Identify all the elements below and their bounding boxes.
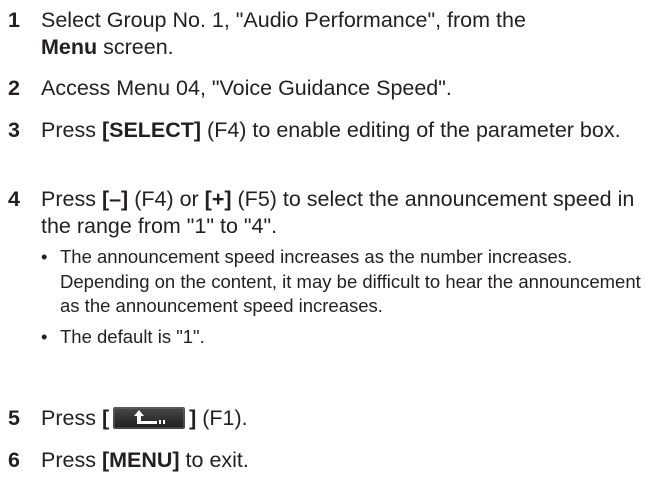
menu-screen-label: Menu [41, 35, 98, 59]
step-5: 5 Press [ ] (F1). [0, 405, 667, 432]
step-number: 5 [8, 406, 20, 430]
note-item: The default is "1". [41, 325, 661, 350]
step-text: Press [ ] (F1). [41, 406, 248, 430]
step-number: 6 [8, 448, 20, 472]
select-key-label: [SELECT] [101, 118, 202, 142]
step-number: 1 [8, 8, 20, 32]
minus-key-label: [–] [101, 187, 129, 211]
step-text: Press [–] (F4) or [+] (F5) to select the… [41, 187, 635, 238]
plus-key-label: [+] [204, 187, 232, 211]
step-text: Press [SELECT] (F4) to enable editing of… [41, 118, 621, 142]
note-item: The announcement speed increases as the … [41, 245, 661, 319]
step-4-notes: The announcement speed increases as the … [41, 245, 661, 349]
step-1: 1 Select Group No. 1, "Audio Performance… [0, 7, 667, 61]
step-text: Press [MENU] to exit. [41, 448, 249, 472]
step-number: 3 [8, 118, 20, 142]
step-number: 4 [8, 187, 20, 211]
menu-key-label: [MENU] [101, 448, 180, 472]
step-4: 4 Press [–] (F4) or [+] (F5) to select t… [0, 186, 667, 355]
step-2: 2 Access Menu 04, "Voice Guidance Speed"… [0, 75, 667, 102]
step-text: Access Menu 04, "Voice Guidance Speed". [41, 76, 452, 100]
step-6: 6 Press [MENU] to exit. [0, 447, 667, 474]
step-number: 2 [8, 76, 20, 100]
instruction-document: 1 Select Group No. 1, "Audio Performance… [0, 0, 667, 481]
step-3: 3 Press [SELECT] (F4) to enable editing … [0, 117, 667, 144]
step-text: Select Group No. 1, "Audio Performance",… [41, 8, 526, 59]
back-arrow-key-icon [113, 407, 186, 429]
